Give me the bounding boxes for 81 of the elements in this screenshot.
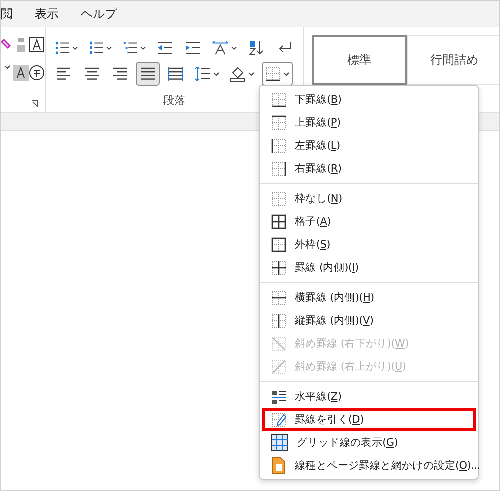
align-button[interactable] bbox=[136, 62, 160, 86]
bullet-list-icon bbox=[55, 41, 70, 55]
group-label: 段落 bbox=[164, 93, 186, 108]
menu-option[interactable]: 外枠(S) bbox=[262, 233, 476, 256]
option-label: 外枠(S) bbox=[295, 238, 330, 252]
dialog-launcher-icon[interactable] bbox=[31, 100, 39, 108]
option-label: 横罫線 (内側)(H) bbox=[295, 290, 374, 304]
option-label: 線種とページ罫線と網かけの設定(O)... bbox=[295, 458, 480, 472]
option-label: 罫線を引く(D) bbox=[295, 412, 364, 426]
menu-option[interactable]: 右罫線(R) bbox=[262, 157, 476, 180]
character-shading-icon[interactable] bbox=[13, 65, 29, 81]
option-label: 水平線(Z) bbox=[295, 390, 342, 404]
diagonal-border-icon bbox=[271, 336, 287, 352]
menu-option[interactable]: 枠なし(N) bbox=[262, 187, 476, 210]
increase-indent-icon bbox=[185, 41, 202, 55]
menu-option[interactable]: 縦罫線 (内側)(V) bbox=[262, 309, 476, 332]
menu-option[interactable]: 下罫線(B) bbox=[262, 88, 476, 111]
decrease-indent-icon bbox=[157, 41, 174, 55]
numbered-list-icon bbox=[88, 41, 104, 55]
grid-icon bbox=[271, 434, 289, 452]
highlighter-icon[interactable] bbox=[1, 37, 13, 51]
horizontal-line-icon bbox=[271, 388, 287, 404]
character-border-icon[interactable] bbox=[29, 37, 45, 53]
page-icon bbox=[271, 456, 287, 474]
inside-border-icon bbox=[271, 260, 287, 276]
menu-option[interactable]: 罫線を引く(D) bbox=[262, 408, 476, 431]
top-border-icon bbox=[271, 114, 287, 130]
paint-bucket-icon bbox=[230, 66, 246, 82]
distribute-icon bbox=[168, 67, 184, 81]
align-justify-icon bbox=[140, 67, 156, 81]
align-left-icon bbox=[56, 67, 72, 81]
menu-option[interactable]: 左罫線(L) bbox=[262, 134, 476, 157]
caret-icon bbox=[213, 72, 220, 76]
character-spacing-icon bbox=[212, 40, 230, 56]
right-border-icon bbox=[271, 160, 287, 176]
option-label: グリッド線の表示(G) bbox=[297, 436, 398, 450]
outside-border-icon bbox=[271, 236, 287, 252]
menu-item[interactable]: ヘルプ bbox=[81, 6, 117, 22]
caret-icon bbox=[140, 46, 146, 50]
return-arrow-icon bbox=[277, 41, 294, 55]
caret-icon bbox=[283, 72, 290, 76]
bottom-border-icon bbox=[265, 66, 281, 82]
option-label: 罫線 (内側)(I) bbox=[295, 260, 359, 274]
enclosed-character-icon[interactable] bbox=[29, 65, 45, 81]
menu-option[interactable]: グリッド線の表示(G) bbox=[262, 431, 476, 454]
option-label: 下罫線(B) bbox=[295, 92, 342, 106]
sort-icon bbox=[249, 40, 266, 56]
menu-item[interactable]: 閲 bbox=[1, 6, 13, 22]
menu-option[interactable]: 水平線(Z) bbox=[262, 385, 476, 408]
all-borders-icon bbox=[271, 214, 287, 230]
line-spacing-icon bbox=[195, 67, 211, 81]
option-label: 斜め罫線 (右上がり)(U) bbox=[295, 360, 406, 374]
caret-icon bbox=[231, 46, 238, 50]
option-label: 上罫線(P) bbox=[295, 116, 341, 130]
menu-option[interactable]: 格子(A) bbox=[262, 210, 476, 233]
bottom-border-icon bbox=[271, 92, 287, 108]
no-border-icon bbox=[271, 190, 287, 206]
option-label: 右罫線(R) bbox=[295, 162, 342, 176]
left-border-icon bbox=[271, 138, 287, 154]
diagonal-border-icon bbox=[271, 358, 287, 374]
multilevel-list-icon bbox=[122, 41, 138, 55]
menu-option[interactable]: 横罫線 (内側)(H) bbox=[262, 286, 476, 309]
align-right-icon bbox=[112, 67, 128, 81]
vertical-border-icon bbox=[271, 312, 287, 328]
caret-icon bbox=[4, 65, 10, 70]
option-label: 縦罫線 (内側)(V) bbox=[295, 314, 374, 328]
option-label: 左罫線(L) bbox=[295, 138, 340, 152]
menu-option[interactable]: 罫線 (内側)(I) bbox=[262, 256, 476, 279]
caret-icon bbox=[106, 46, 113, 50]
horizontal-border-icon bbox=[271, 290, 287, 306]
menu-option[interactable]: 上罫線(P) bbox=[262, 111, 476, 134]
style-tile[interactable]: 標準 bbox=[312, 35, 407, 85]
pencil-border-icon bbox=[271, 412, 287, 428]
caret-icon bbox=[72, 46, 79, 50]
align-center-icon bbox=[84, 67, 100, 81]
option-label: 枠なし(N) bbox=[295, 192, 342, 206]
style-tile[interactable]: 行間詰め bbox=[407, 35, 499, 85]
caret-icon bbox=[248, 72, 255, 76]
menu-item[interactable]: 表示 bbox=[35, 6, 59, 22]
option-label: 斜め罫線 (右下がり)(W) bbox=[295, 336, 409, 350]
option-label: 格子(A) bbox=[295, 214, 331, 228]
